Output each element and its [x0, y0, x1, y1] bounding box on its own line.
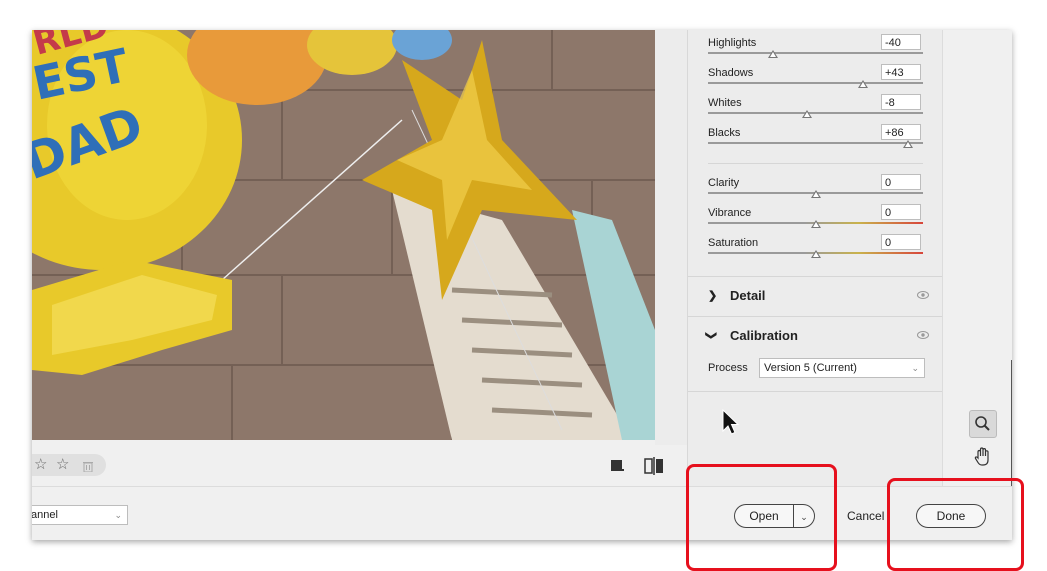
slider-thumb[interactable]: [902, 140, 913, 148]
star-icon-1[interactable]: ☆: [34, 457, 47, 472]
tool-strip: [942, 30, 1012, 486]
eye-icon[interactable]: [917, 331, 929, 339]
slider-value-input[interactable]: +43: [881, 64, 921, 80]
chevron-down-icon: ❯: [705, 330, 718, 341]
slider-value-input[interactable]: -40: [881, 34, 921, 50]
single-view-icon[interactable]: [609, 457, 625, 473]
slider-label: Shadows: [708, 67, 754, 79]
process-select-value: Version 5 (Current): [764, 362, 857, 374]
chevron-right-icon: ❯: [708, 290, 718, 302]
star-icon-2[interactable]: ☆: [56, 457, 69, 472]
slider-label: Whites: [708, 97, 742, 109]
slider-label: Saturation: [708, 237, 759, 249]
divider: [708, 163, 923, 164]
section-detail[interactable]: ❯ Detail: [688, 276, 943, 315]
bottom-bar: annel ⌄ Open ⌄ Cancel Done: [32, 486, 1012, 540]
tool-strip-edge: [1011, 360, 1012, 486]
preview-background: [655, 30, 687, 445]
slider-thumb[interactable]: [801, 110, 812, 118]
chevron-down-icon: ⌄: [911, 363, 919, 373]
cancel-button[interactable]: Cancel: [847, 509, 884, 523]
highlight-done-annotation: [887, 478, 1024, 571]
slider-label: Highlights: [708, 37, 757, 49]
slider-label: Clarity: [708, 177, 740, 189]
channel-select-value: annel: [32, 509, 58, 521]
before-after-icon[interactable]: [644, 457, 664, 475]
trash-icon[interactable]: [82, 460, 94, 472]
process-label: Process: [708, 362, 748, 374]
divider: [688, 391, 943, 392]
preview-toolbar: ☆ ☆: [32, 448, 687, 486]
slider-track[interactable]: [708, 142, 923, 144]
slider-label: Vibrance: [708, 207, 752, 219]
slider-thumb[interactable]: [767, 50, 778, 58]
zoom-tool-button[interactable]: [969, 410, 997, 438]
slider-value-input[interactable]: 0: [881, 234, 921, 250]
slider-shadows[interactable]: Shadows +43: [708, 64, 923, 97]
slider-highlights[interactable]: Highlights -40: [708, 34, 923, 67]
slider-thumb[interactable]: [857, 80, 868, 88]
slider-track[interactable]: [708, 82, 923, 84]
section-calibration[interactable]: ❯ Calibration: [688, 316, 943, 355]
process-select[interactable]: Version 5 (Current) ⌄: [759, 358, 925, 378]
slider-value-input[interactable]: -8: [881, 94, 921, 110]
channel-select[interactable]: annel ⌄: [32, 505, 128, 525]
photo-balloons: EST DAD RLD: [32, 30, 655, 440]
zoom-icon: [975, 416, 990, 431]
slider-whites[interactable]: Whites -8: [708, 94, 923, 127]
eye-icon[interactable]: [917, 291, 929, 299]
mouse-cursor-icon: [722, 409, 740, 435]
highlight-open-annotation: [686, 464, 837, 571]
slider-track[interactable]: [708, 112, 923, 114]
slider-thumb[interactable]: [810, 190, 821, 198]
hand-icon: [974, 447, 989, 466]
slider-track[interactable]: [708, 52, 923, 54]
slider-label: Blacks: [708, 127, 741, 139]
rating-pill: ☆ ☆: [32, 454, 106, 476]
slider-value-input[interactable]: +86: [881, 124, 921, 140]
slider-saturation[interactable]: Saturation 0: [708, 234, 923, 267]
slider-value-input[interactable]: 0: [881, 204, 921, 220]
camera-raw-window: EST DAD RLD ☆ ☆ Highlights -40 Shadows +…: [32, 30, 1012, 540]
slider-value-input[interactable]: 0: [881, 174, 921, 190]
hand-tool-button[interactable]: [970, 444, 996, 470]
slider-thumb[interactable]: [810, 220, 821, 228]
slider-thumb[interactable]: [810, 250, 821, 258]
section-title-detail: Detail: [730, 288, 766, 303]
slider-blacks[interactable]: Blacks +86: [708, 124, 923, 157]
slider-clarity[interactable]: Clarity 0: [708, 174, 923, 207]
section-title-calibration: Calibration: [730, 328, 798, 343]
slider-vibrance[interactable]: Vibrance 0: [708, 204, 923, 237]
chevron-down-icon: ⌄: [114, 510, 122, 520]
image-preview[interactable]: EST DAD RLD: [32, 30, 655, 440]
